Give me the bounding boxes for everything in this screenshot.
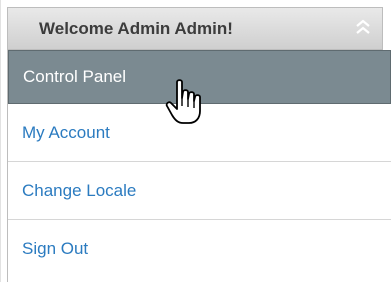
menu-item-change-locale[interactable]: Change Locale [8, 164, 391, 220]
menu-item-label: Control Panel [23, 67, 127, 86]
hand-pointer-icon [165, 79, 201, 124]
double-chevron-up-icon[interactable] [354, 17, 372, 39]
dock-menu-screen: Welcome Admin Admin! Control Panel My Ac… [0, 0, 391, 282]
welcome-title: Welcome Admin Admin! [39, 19, 233, 38]
menu-item-label: Sign Out [22, 239, 89, 258]
left-edge-rule [0, 0, 1, 282]
menu-item-sign-out[interactable]: Sign Out [8, 222, 391, 278]
menu-item-label: My Account [22, 123, 110, 142]
welcome-header[interactable]: Welcome Admin Admin! [7, 7, 383, 50]
menu-item-label: Change Locale [22, 181, 137, 200]
